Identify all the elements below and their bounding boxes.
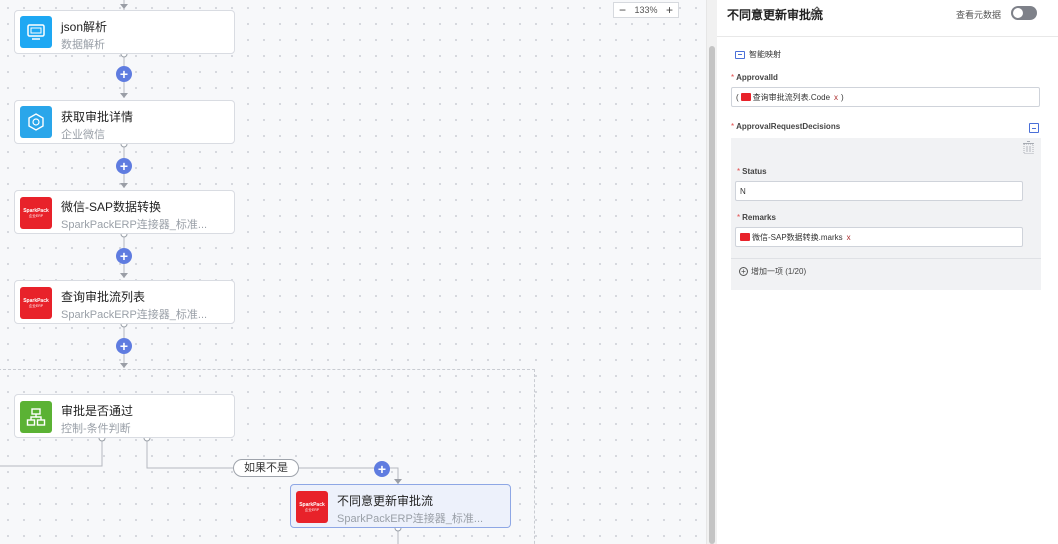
field-label-text: ApprovalId [736,73,778,82]
flowchart-icon [20,401,52,433]
node-subtitle: SparkPackERP连接器_标准... [337,513,484,525]
add-item-button[interactable]: + 增加一项 (1/20) [739,266,806,277]
sparkpack-logo-subtext: 企业ERP [28,303,44,308]
scrollbar-thumb[interactable] [709,46,715,544]
field-label-text: Remarks [742,213,776,222]
close-paren: ) [841,92,844,102]
trash-icon[interactable] [1023,141,1034,154]
add-step-button[interactable]: + [374,461,390,477]
required-mark: * [737,213,741,222]
sparkpack-logo-subtext: 企业ERP [28,213,44,218]
view-metadata-label: 查看元数据 [956,10,1002,20]
add-step-button[interactable]: + [116,338,132,354]
tag-remove-button[interactable]: x [847,233,851,242]
sparkpack-logo-subtext: 企业ERP [304,507,320,512]
mapping-icon [735,50,745,59]
approval-id-field[interactable]: ( 查询审批流列表.Code x ) [731,87,1040,107]
add-step-button[interactable]: + [116,248,132,264]
zoom-level: 133% [634,5,658,15]
view-metadata-toggle[interactable] [1011,6,1037,20]
zoom-control: − 133% + [613,2,679,18]
node-title: 获取审批详情 [61,110,134,124]
field-label-text: ApprovalRequestDecisions [736,122,841,131]
node-get-approval-detail[interactable]: 获取审批详情 企业微信 [14,100,235,144]
field-label-text: Status [742,167,767,176]
header-divider [717,36,1058,37]
status-field[interactable]: N [735,181,1023,201]
collapse-icon[interactable] [1029,123,1039,133]
node-title: json解析 [61,20,108,34]
smart-mapping-label: 智能映射 [749,50,781,59]
branch-label[interactable]: 如果不是 [233,459,299,477]
node-reject-update-approval[interactable]: SparkPack 企业ERP 不同意更新审批流 SparkPackERP连接器… [290,484,511,528]
sparkpack-icon: SparkPack 企业ERP [20,197,52,229]
edit-icon[interactable] [809,5,821,17]
sparkpack-icon: SparkPack 企业ERP [20,287,52,319]
monitor-icon [20,16,52,48]
zoom-in-button[interactable]: + [666,3,673,17]
variable-tag[interactable]: 查询审批流列表.Code x [740,92,838,103]
sparkpack-icon [740,233,750,241]
node-subtitle: SparkPackERP连接器_标准... [61,219,208,231]
open-paren: ( [736,92,739,102]
plus-circle-icon: + [739,267,748,276]
remarks-label: * Remarks [737,213,776,222]
node-title: 微信-SAP数据转换 [61,200,162,214]
node-query-approval-list[interactable]: SparkPack 企业ERP 查询审批流列表 SparkPackERP连接器_… [14,280,235,324]
workflow-canvas[interactable]: − 133% + json解析 数据解析 + 获取审批详情 企业微信 + Spa… [0,0,706,544]
required-mark: * [737,167,741,176]
node-subtitle: 数据解析 [61,39,105,51]
node-subtitle: 控制-条件判断 [61,423,131,435]
node-json-parse[interactable]: json解析 数据解析 [14,10,235,54]
status-value: N [740,186,746,196]
subpanel-divider [731,258,1041,259]
remarks-field[interactable]: 微信-SAP数据转换.marks x [735,227,1023,247]
node-subtitle: 企业微信 [61,129,105,141]
node-subtitle: SparkPackERP连接器_标准... [61,309,208,321]
tag-remove-button[interactable]: x [834,93,838,102]
node-title: 查询审批流列表 [61,290,146,304]
sparkpack-icon [740,93,751,101]
status-label: * Status [737,167,767,176]
tag-text: 查询审批流列表.Code [752,92,831,102]
add-item-label: 增加一项 (1/20) [751,267,807,276]
required-mark: * [731,122,735,131]
add-step-button[interactable]: + [116,158,132,174]
node-wechat-sap-convert[interactable]: SparkPack 企业ERP 微信-SAP数据转换 SparkPackERP连… [14,190,235,234]
canvas-scrollbar[interactable] [706,0,717,544]
wecom-icon [20,106,52,138]
add-step-button[interactable]: + [116,66,132,82]
smart-mapping-button[interactable]: 智能映射 [735,49,781,60]
node-approval-condition[interactable]: 审批是否通过 控制-条件判断 [14,394,235,438]
sparkpack-icon: SparkPack 企业ERP [296,491,328,523]
required-mark: * [731,73,735,82]
decisions-label: * ApprovalRequestDecisions [731,122,840,131]
node-title: 不同意更新审批流 [337,494,434,508]
tag-text: 微信-SAP数据转换.marks [752,232,843,242]
node-config-panel: 不同意更新审批流 查看元数据 智能映射 * ApprovalId ( 查询审批流列… [717,0,1058,544]
variable-tag[interactable]: 微信-SAP数据转换.marks x [740,232,851,243]
zoom-out-button[interactable]: − [619,3,626,17]
approval-id-label: * ApprovalId [731,73,778,82]
toggle-knob [1013,8,1023,18]
node-title: 审批是否通过 [61,404,134,418]
